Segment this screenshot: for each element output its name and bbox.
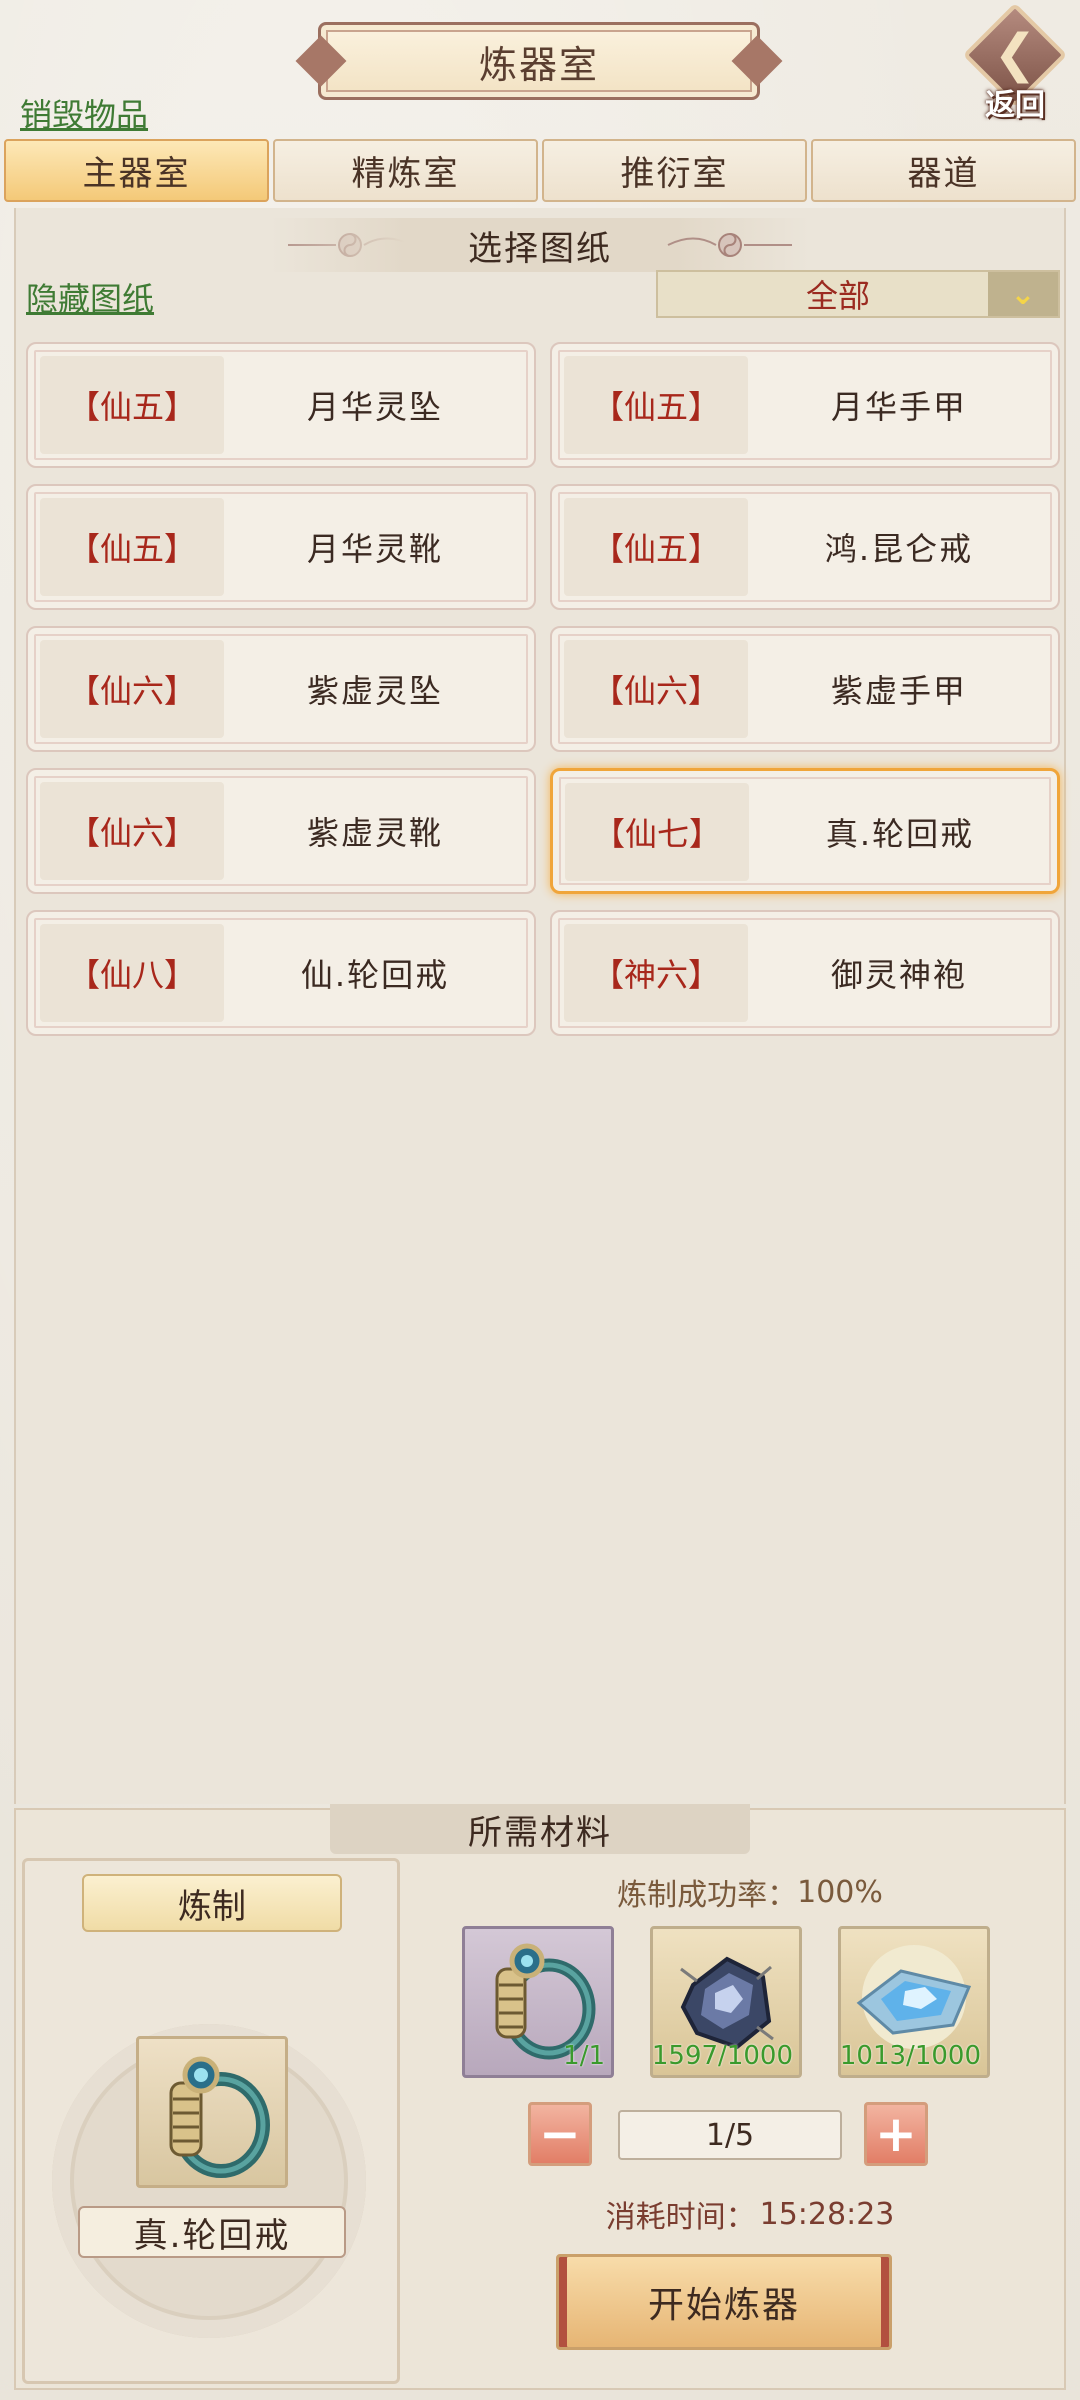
blueprint-card[interactable]: 【仙五】 月华灵靴 (26, 484, 536, 610)
blueprint-grade: 【仙八】 (40, 924, 224, 1022)
blueprint-grade: 【仙六】 (564, 640, 748, 738)
blueprint-card[interactable]: 【神六】 御灵神袍 (550, 910, 1060, 1036)
time-cost-value: 15:28:23 (759, 2196, 895, 2232)
blueprint-name: 紫虚灵坠 (306, 672, 443, 710)
right-ornament-icon (667, 233, 792, 257)
product-slot[interactable] (136, 2036, 288, 2188)
blueprint-grade: 【仙五】 (564, 356, 748, 454)
blueprint-grade: 【仙五】 (564, 498, 748, 596)
increase-quantity-button[interactable]: + (864, 2102, 928, 2166)
tab-artifact-dao[interactable]: 器道 (811, 139, 1076, 202)
tab-main-room[interactable]: 主器室 (4, 139, 269, 202)
start-refining-button[interactable]: 开始炼器 (556, 2254, 892, 2350)
blueprint-filter-dropdown[interactable]: 全部 ⌄ (656, 270, 1060, 318)
blueprint-name: 紫虚手甲 (830, 672, 967, 710)
blueprint-grade: 【仙七】 (565, 783, 749, 881)
blueprint-card[interactable]: 【仙六】 紫虚灵靴 (26, 768, 536, 894)
chevron-down-icon[interactable]: ⌄ (988, 272, 1058, 316)
material-slot[interactable]: 1013/1000 (838, 1926, 990, 2078)
minus-icon: − (539, 2105, 581, 2163)
blueprint-section-title: 选择图纸 (468, 228, 612, 269)
materials-section-title: 所需材料 (330, 1804, 750, 1854)
material-count: 1/1 (563, 2041, 605, 2071)
blueprint-grade: 【仙五】 (40, 498, 224, 596)
product-name-plate: 真.轮回戒 (78, 2206, 346, 2258)
blueprint-name: 鸿.昆仑戒 (824, 530, 974, 568)
decrease-quantity-button[interactable]: − (528, 2102, 592, 2166)
material-slot[interactable]: 1/1 (462, 1926, 614, 2078)
blueprint-name: 月华手甲 (830, 388, 967, 426)
room-tabs: 主器室 精炼室 推衍室 器道 (4, 139, 1076, 204)
blueprint-grade: 【仙六】 (40, 640, 224, 738)
material-count: 1013/1000 (839, 2041, 981, 2071)
time-cost-label: 消耗时间： (605, 2200, 756, 2235)
blueprint-name: 月华灵靴 (306, 530, 443, 568)
blueprint-card[interactable]: 【仙六】 紫虚灵坠 (26, 626, 536, 752)
blueprint-name: 仙.轮回戒 (300, 956, 450, 994)
back-arrow-icon: ❮ (993, 24, 1037, 84)
page-title: 炼器室 (478, 42, 599, 87)
blueprint-name: 真.轮回戒 (825, 815, 975, 853)
back-button[interactable]: ❮ 返回 (962, 2, 1068, 123)
tab-refine-room[interactable]: 精炼室 (273, 139, 538, 202)
blueprint-name: 御灵神袍 (830, 956, 967, 994)
craft-label: 炼制 (82, 1874, 342, 1932)
success-rate-value: 100% (797, 1874, 883, 1910)
back-label: 返回 (985, 88, 1045, 123)
tab-derive-room[interactable]: 推衍室 (542, 139, 807, 202)
success-rate-label: 炼制成功率： (617, 1878, 798, 1913)
material-slot[interactable]: 1597/1000 (650, 1926, 802, 2078)
plus-icon: + (875, 2105, 917, 2163)
blueprint-grade: 【神六】 (564, 924, 748, 1022)
ring-icon (169, 2056, 270, 2178)
quantity-field[interactable]: 1/5 (618, 2110, 842, 2160)
hide-blueprint-link[interactable]: 隐藏图纸 (26, 274, 154, 320)
time-cost-line: 消耗时间： 15:28:23 (540, 2192, 960, 2236)
blueprint-name: 月华灵坠 (306, 388, 443, 426)
blueprint-card[interactable]: 【仙五】 月华灵坠 (26, 342, 536, 468)
blueprint-card[interactable]: 【仙八】 仙.轮回戒 (26, 910, 536, 1036)
blueprint-grade: 【仙六】 (40, 782, 224, 880)
filter-selected-value: 全部 (805, 277, 870, 315)
blueprint-card[interactable]: 【仙五】 鸿.昆仑戒 (550, 484, 1060, 610)
blueprint-name: 紫虚灵靴 (306, 814, 443, 852)
success-rate-line: 炼制成功率： 100% (500, 1870, 1000, 1914)
blueprint-card[interactable]: 【仙六】 紫虚手甲 (550, 626, 1060, 752)
blueprint-card-selected[interactable]: 【仙七】 真.轮回戒 (550, 768, 1060, 894)
blueprint-card[interactable]: 【仙五】 月华手甲 (550, 342, 1060, 468)
title-banner: 炼器室 (318, 22, 760, 100)
destroy-items-link[interactable]: 销毁物品 (20, 90, 148, 136)
material-count: 1597/1000 (651, 2041, 793, 2071)
blueprint-grade: 【仙五】 (40, 356, 224, 454)
